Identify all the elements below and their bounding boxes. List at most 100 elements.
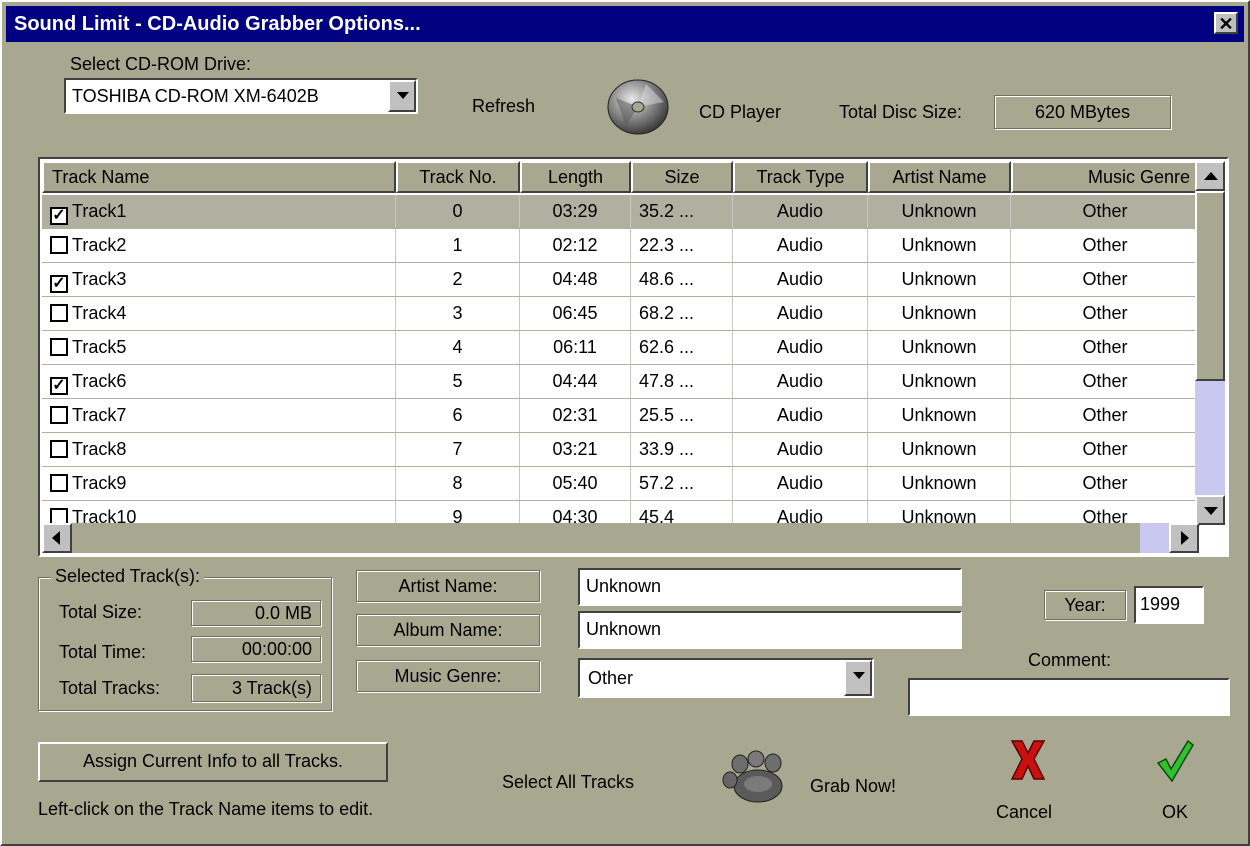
album-name-field[interactable]: Unknown [578, 611, 962, 649]
column-header-length[interactable]: Length [520, 161, 631, 193]
assign-info-button[interactable]: Assign Current Info to all Tracks. [38, 742, 388, 782]
total-time-value: 00:00:00 [191, 636, 321, 662]
vertical-scrollbar[interactable] [1195, 161, 1225, 525]
genre-cell: Other [1011, 229, 1200, 262]
unchecked-checkbox[interactable] [50, 338, 68, 356]
track-name-text: Track1 [72, 201, 127, 221]
red-x-icon[interactable] [1008, 739, 1048, 781]
track-name-text: Track8 [72, 439, 127, 459]
paw-icon[interactable] [718, 750, 794, 806]
total-tracks-value: 3 Track(s) [191, 674, 321, 702]
track-name-cell[interactable]: ✓ Track3 [42, 263, 396, 296]
length-cell: 02:12 [520, 229, 631, 262]
cancel-button[interactable]: Cancel [996, 802, 1052, 823]
checked-checkbox[interactable]: ✓ [50, 275, 68, 293]
table-row[interactable]: Track7 6 02:31 25.5 ... Audio Unknown Other [42, 399, 1200, 433]
column-header-track-type[interactable]: Track Type [733, 161, 868, 193]
track-name-cell[interactable]: Track5 [42, 331, 396, 364]
horizontal-scroll-track[interactable] [1140, 523, 1170, 553]
ok-button[interactable]: OK [1162, 802, 1188, 823]
track-name-cell[interactable]: Track4 [42, 297, 396, 330]
table-row[interactable]: ✓ Track3 2 04:48 48.6 ... Audio Unknown Other [42, 263, 1200, 297]
column-header-music-genre[interactable]: Music Genre [1011, 161, 1200, 193]
unchecked-checkbox[interactable] [50, 304, 68, 322]
length-cell: 06:11 [520, 331, 631, 364]
grab-now-button[interactable]: Grab Now! [810, 776, 896, 797]
drive-select[interactable]: TOSHIBA CD-ROM XM-6402B [64, 78, 418, 114]
genre-cell: Other [1011, 365, 1200, 398]
horizontal-scrollbar[interactable] [42, 523, 1199, 553]
genre-cell: Other [1011, 399, 1200, 432]
track-type-cell: Audio [733, 399, 868, 432]
track-name-cell[interactable]: Track2 [42, 229, 396, 262]
track-type-cell: Audio [733, 365, 868, 398]
table-row[interactable]: Track5 4 06:11 62.6 ... Audio Unknown Other [42, 331, 1200, 365]
track-name-cell[interactable]: Track7 [42, 399, 396, 432]
green-check-icon[interactable] [1156, 739, 1194, 783]
checked-checkbox[interactable]: ✓ [50, 377, 68, 395]
chevron-down-icon[interactable] [844, 660, 872, 696]
window-title: Sound Limit - CD-Audio Grabber Options..… [14, 13, 421, 35]
table-row[interactable]: ✓ Track6 5 04:44 47.8 ... Audio Unknown Other [42, 365, 1200, 399]
track-no-cell: 7 [396, 433, 520, 466]
unchecked-checkbox[interactable] [50, 440, 68, 458]
artist-cell: Unknown [868, 229, 1011, 262]
artist-cell: Unknown [868, 433, 1011, 466]
unchecked-checkbox[interactable] [50, 236, 68, 254]
vertical-scroll-thumb[interactable] [1195, 191, 1225, 381]
drive-select-value: TOSHIBA CD-ROM XM-6402B [72, 86, 319, 106]
track-no-cell: 1 [396, 229, 520, 262]
close-button[interactable]: ✕ [1214, 12, 1238, 34]
size-cell: 35.2 ... [631, 195, 733, 228]
size-cell: 25.5 ... [631, 399, 733, 432]
size-cell: 62.6 ... [631, 331, 733, 364]
unchecked-checkbox[interactable] [50, 474, 68, 492]
chevron-down-icon[interactable] [388, 80, 416, 112]
table-row[interactable]: Track8 7 03:21 33.9 ... Audio Unknown Other [42, 433, 1200, 467]
track-type-cell: Audio [733, 467, 868, 500]
refresh-button[interactable]: Refresh [472, 96, 535, 117]
genre-cell: Other [1011, 467, 1200, 500]
total-size-label: Total Size: [59, 602, 143, 622]
checked-checkbox[interactable]: ✓ [50, 207, 68, 225]
comment-field[interactable] [908, 678, 1230, 716]
track-name-cell[interactable]: Track8 [42, 433, 396, 466]
column-header-artist-name[interactable]: Artist Name [868, 161, 1011, 193]
size-cell: 22.3 ... [631, 229, 733, 262]
size-cell: 47.8 ... [631, 365, 733, 398]
length-cell: 04:44 [520, 365, 631, 398]
year-field[interactable]: 1999 [1134, 586, 1204, 624]
track-no-cell: 5 [396, 365, 520, 398]
column-header-size[interactable]: Size [631, 161, 733, 193]
track-no-cell: 0 [396, 195, 520, 228]
artist-name-field[interactable]: Unknown [578, 568, 962, 606]
track-name-cell[interactable]: ✓ Track6 [42, 365, 396, 398]
track-name-cell[interactable]: Track9 [42, 467, 396, 500]
year-label: Year: [1044, 590, 1126, 620]
cd-player-button[interactable]: CD Player [699, 102, 781, 123]
scroll-left-button[interactable] [42, 523, 72, 553]
track-no-cell: 6 [396, 399, 520, 432]
table-row[interactable]: Track4 3 06:45 68.2 ... Audio Unknown Other [42, 297, 1200, 331]
unchecked-checkbox[interactable] [50, 406, 68, 424]
table-header: Track Name Track No. Length Size Track T… [42, 161, 1200, 193]
music-genre-select[interactable]: Other [578, 658, 874, 698]
column-header-track-name[interactable]: Track Name [42, 161, 396, 193]
track-name-cell[interactable]: ✓ Track1 [42, 195, 396, 228]
genre-cell: Other [1011, 433, 1200, 466]
track-type-cell: Audio [733, 433, 868, 466]
column-header-track-no[interactable]: Track No. [396, 161, 520, 193]
cd-disc-icon[interactable] [606, 78, 670, 136]
select-all-tracks-button[interactable]: Select All Tracks [502, 772, 634, 793]
track-name-text: Track5 [72, 337, 127, 357]
table-row[interactable]: ✓ Track1 0 03:29 35.2 ... Audio Unknown Other [42, 195, 1200, 229]
scroll-down-button[interactable] [1195, 495, 1225, 525]
artist-cell: Unknown [868, 331, 1011, 364]
track-name-text: Track6 [72, 371, 127, 391]
disc-size-value: 620 MBytes [994, 95, 1171, 129]
artist-cell: Unknown [868, 365, 1011, 398]
scroll-right-button[interactable] [1169, 523, 1199, 553]
table-row[interactable]: Track9 8 05:40 57.2 ... Audio Unknown Other [42, 467, 1200, 501]
scroll-up-button[interactable] [1195, 161, 1225, 191]
table-row[interactable]: Track2 1 02:12 22.3 ... Audio Unknown Other [42, 229, 1200, 263]
